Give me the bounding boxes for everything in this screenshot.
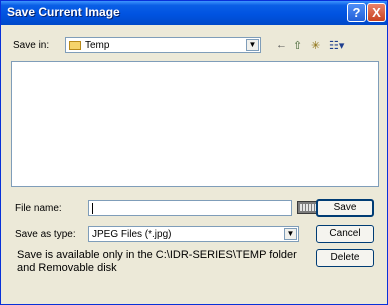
close-button[interactable]: X [367,3,386,22]
file-name-label: File name: [15,203,62,214]
chevron-down-icon[interactable]: ▼ [284,228,297,240]
save-as-type-value: JPEG Files (*.jpg) [92,229,172,240]
save-in-dropdown[interactable]: Temp ▼ [65,37,261,53]
text-cursor [92,203,93,214]
cancel-button[interactable]: Cancel [316,225,374,243]
back-icon[interactable]: ← [276,39,287,51]
title-bar: Save Current Image ? X [1,1,387,25]
chevron-down-icon[interactable]: ▼ [246,39,259,51]
file-name-input[interactable] [88,200,292,216]
new-folder-icon[interactable]: ✳ [311,39,320,52]
file-list[interactable] [11,61,379,187]
up-folder-icon[interactable]: ⇧ [293,39,302,52]
save-in-value: Temp [85,40,110,51]
folder-icon [69,41,81,50]
dialog-title: Save Current Image [7,5,120,19]
save-dialog: Save Current Image ? X Save in: Temp ▼ ←… [0,0,388,305]
delete-button[interactable]: Delete [316,249,374,267]
save-as-type-label: Save as type: [15,229,76,240]
view-menu-icon[interactable]: ☷▾ [329,39,344,52]
save-as-type-dropdown[interactable]: JPEG Files (*.jpg) ▼ [88,226,299,242]
help-button[interactable]: ? [347,3,366,22]
save-location-note: Save is available only in the C:\IDR-SER… [17,249,297,274]
save-in-label: Save in: [13,40,50,51]
save-button[interactable]: Save [316,199,374,217]
